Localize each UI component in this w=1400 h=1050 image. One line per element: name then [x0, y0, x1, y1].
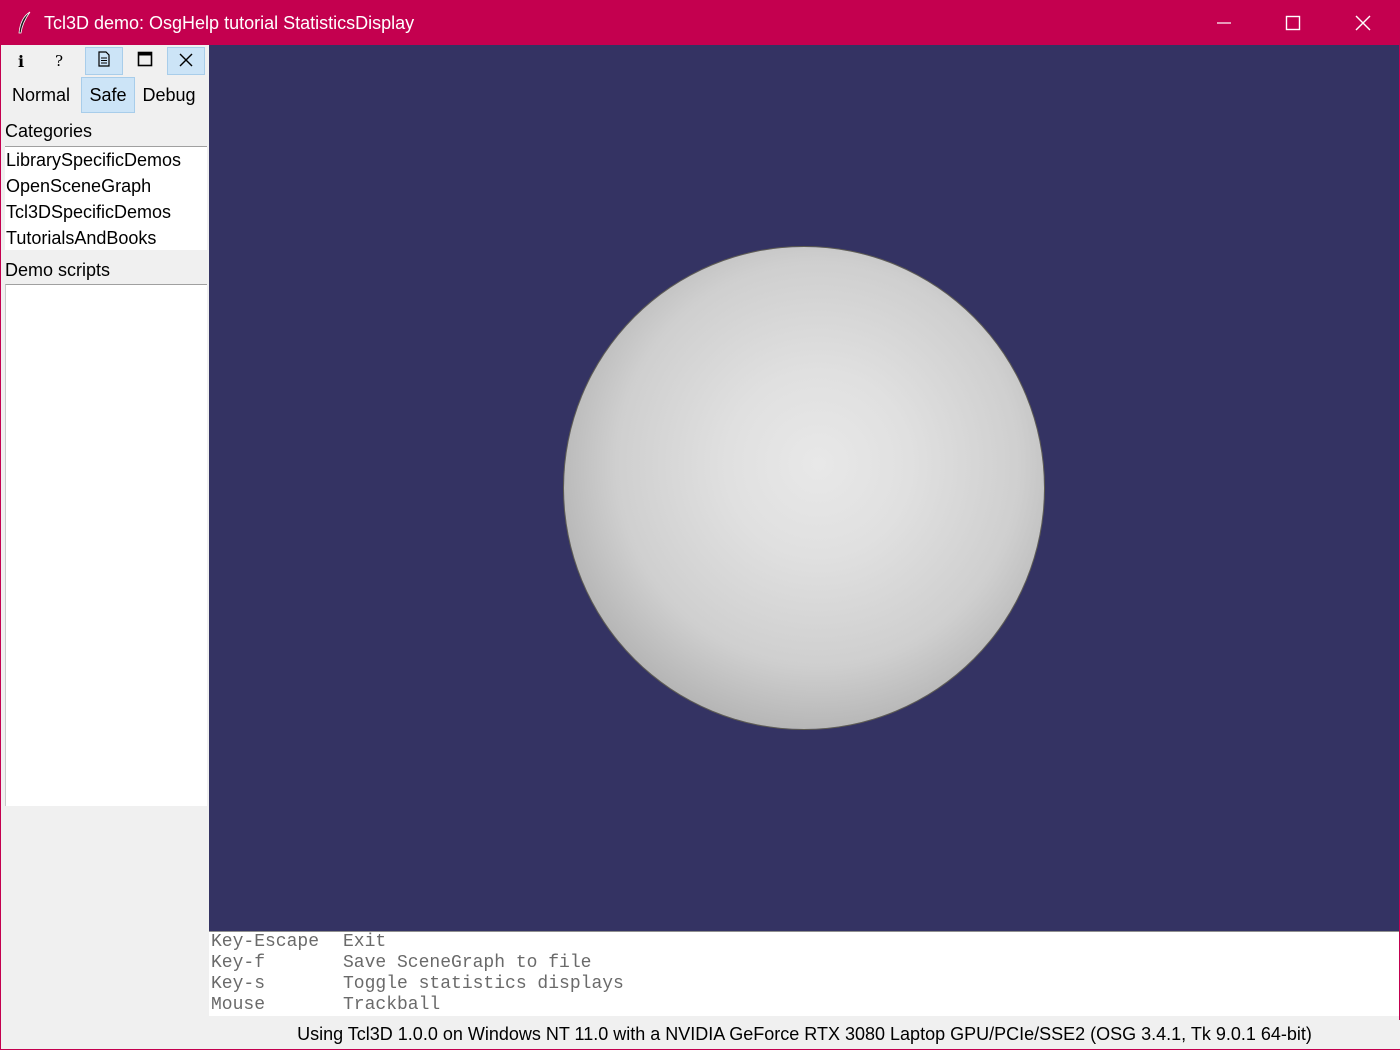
status-bar: Using Tcl3D 1.0.0 on Windows NT 11.0 wit…	[2, 1020, 1400, 1049]
list-item[interactable]: Tcl3DSpecificDemos	[5, 199, 207, 225]
info-icon: i	[17, 51, 25, 71]
minimize-button[interactable]	[1190, 1, 1259, 45]
left-panel: i ? Normal Safe Debug Categories Library…	[2, 45, 208, 1020]
mode-safe-button[interactable]: Safe	[81, 77, 135, 113]
status-text: Using Tcl3D 1.0.0 on Windows NT 11.0 wit…	[297, 1024, 1312, 1044]
toggle-window-button[interactable]	[126, 47, 164, 75]
shaded-sphere	[564, 247, 1044, 729]
help-row: Key-f Save SceneGraph to file	[209, 953, 1399, 974]
feather-icon	[17, 11, 33, 35]
demo-scripts-label: Demo scripts	[5, 260, 111, 280]
maximize-button[interactable]	[1259, 1, 1328, 45]
view-source-button[interactable]	[85, 47, 123, 75]
mode-debug-button[interactable]: Debug	[137, 77, 201, 113]
help-key: Key-s	[211, 974, 266, 994]
help-key: Key-Escape	[211, 932, 320, 952]
mode-normal-button[interactable]: Normal	[3, 77, 79, 113]
window-title: Tcl3D demo: OsgHelp tutorial StatisticsD…	[44, 13, 415, 33]
3d-viewport[interactable]	[209, 45, 1399, 931]
help-row: Mouse Trackball	[209, 995, 1399, 1016]
document-icon	[97, 51, 111, 71]
help-action: Trackball	[343, 995, 441, 1015]
close-icon	[179, 52, 193, 71]
list-item[interactable]: OpenSceneGraph	[5, 173, 207, 199]
close-demo-button[interactable]	[167, 47, 205, 75]
demo-scripts-list[interactable]	[5, 284, 207, 806]
title-bar[interactable]: Tcl3D demo: OsgHelp tutorial StatisticsD…	[1, 1, 1399, 45]
help-row: Key-Escape Exit	[209, 932, 1399, 953]
list-item[interactable]: TutorialsAndBooks	[5, 225, 207, 251]
help-button[interactable]: ?	[40, 47, 78, 75]
app-window: Tcl3D demo: OsgHelp tutorial StatisticsD…	[0, 0, 1400, 1050]
help-key: Mouse	[211, 995, 266, 1015]
help-row: Key-s Toggle statistics displays	[209, 974, 1399, 995]
help-text-panel[interactable]: Key-Escape Exit Key-f Save SceneGraph to f…	[209, 931, 1399, 1016]
categories-label: Categories	[5, 121, 93, 141]
window-close-button[interactable]	[1329, 1, 1398, 45]
help-action: Toggle statistics displays	[343, 974, 624, 994]
help-key: Key-f	[211, 953, 266, 973]
help-action: Save SceneGraph to file	[343, 953, 592, 973]
info-button[interactable]: i	[2, 47, 40, 75]
window-icon	[137, 51, 153, 71]
categories-list[interactable]: LibrarySpecificDemos OpenSceneGraph Tcl3…	[5, 146, 207, 250]
help-icon: ?	[54, 52, 64, 70]
list-item[interactable]: LibrarySpecificDemos	[5, 147, 207, 173]
help-action: Exit	[343, 932, 387, 952]
